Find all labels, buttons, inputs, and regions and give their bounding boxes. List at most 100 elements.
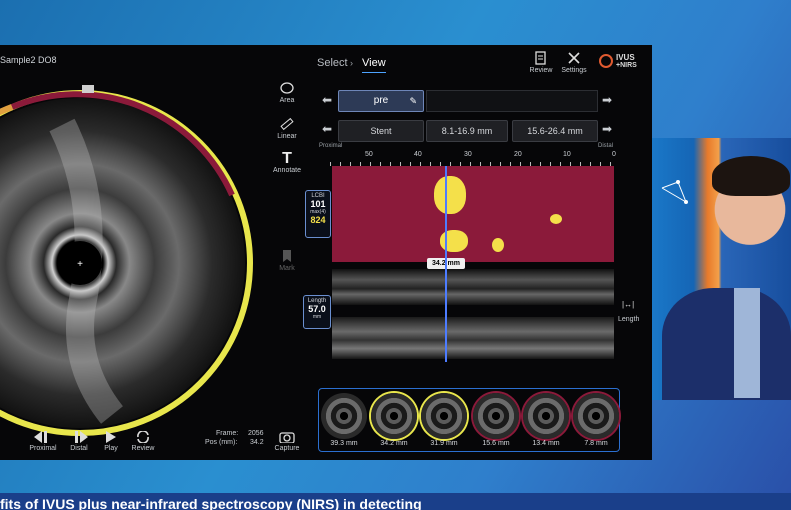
ivus-cross-section[interactable]: + bbox=[0, 85, 258, 441]
review-button[interactable]: Review bbox=[527, 51, 555, 74]
segment-range-2[interactable]: 15.6-26.4 mm bbox=[512, 120, 598, 142]
presenter-hair bbox=[712, 156, 790, 196]
thumbnail-label: 39.3 mm bbox=[330, 440, 358, 447]
proximal-button[interactable]: Proximal bbox=[26, 431, 60, 452]
pullback-selector[interactable]: pre ✎ bbox=[338, 90, 424, 112]
frame-label: Frame: bbox=[216, 430, 239, 437]
next-pullback-arrow-icon[interactable]: ➡ bbox=[600, 93, 614, 107]
network-graphic-icon bbox=[660, 178, 690, 213]
capture-button[interactable]: Capture bbox=[270, 431, 304, 452]
breadcrumb-chevron-icon: › bbox=[350, 58, 353, 68]
loop-icon bbox=[137, 431, 149, 443]
svg-text:+: + bbox=[77, 259, 83, 270]
chemogram-panel[interactable] bbox=[332, 166, 614, 262]
next-segment-arrow-icon[interactable]: ➡ bbox=[600, 122, 614, 136]
ivus-nirs-logo bbox=[598, 53, 614, 74]
presenter-shirt bbox=[734, 288, 760, 398]
frame-thumbnail[interactable] bbox=[421, 393, 467, 439]
area-tool[interactable]: Area bbox=[272, 81, 302, 104]
logo-ring-icon bbox=[599, 54, 613, 68]
frame-thumbnail[interactable] bbox=[573, 393, 619, 439]
prev-segment-arrow-icon[interactable]: ⬅ bbox=[320, 122, 334, 136]
frame-thumbnail[interactable] bbox=[523, 393, 569, 439]
thumbnail-label: 13.4 mm bbox=[532, 440, 560, 447]
axis-tick-label: 30 bbox=[464, 151, 472, 158]
mark-tool-label: Mark bbox=[279, 265, 295, 272]
logo-text-bottom: +NIRS bbox=[616, 62, 637, 69]
axis-tick-label: 40 bbox=[414, 151, 422, 158]
linear-tool-label: Linear bbox=[277, 133, 297, 140]
review-loop-button[interactable]: Review bbox=[126, 431, 160, 452]
proximal-button-label: Proximal bbox=[29, 445, 57, 452]
presenter-video bbox=[652, 138, 791, 400]
file-label: Sample2 DO8 bbox=[0, 55, 57, 65]
prev-pullback-arrow-icon[interactable]: ⬅ bbox=[320, 93, 334, 107]
nav-select-tab[interactable]: Select bbox=[317, 57, 348, 69]
axis-tick-label: 50 bbox=[365, 151, 373, 158]
capture-button-label: Capture bbox=[274, 445, 300, 452]
length-unit: mm bbox=[312, 314, 322, 320]
thumbnail-strip: 39.3 mm 34.2 mm 31.9 mm 15.6 mm 13.4 mm … bbox=[318, 388, 620, 452]
area-tool-label: Area bbox=[279, 97, 295, 104]
step-back-icon bbox=[34, 431, 47, 443]
lecture-caption: fits of IVUS plus near-infrared spectros… bbox=[0, 496, 422, 510]
logo-text-top: IVUS bbox=[616, 53, 635, 62]
camera-icon bbox=[279, 432, 295, 443]
position-cursor-line[interactable] bbox=[445, 166, 447, 362]
lcbi-readout: LCBI 101 max(4) 824 bbox=[305, 190, 331, 238]
bookmark-icon bbox=[283, 250, 291, 262]
annotate-tool-label: Annotate bbox=[272, 167, 302, 174]
axis-distal-label: Distal bbox=[598, 143, 614, 149]
lipid-core-spot bbox=[550, 214, 562, 224]
edit-pencil-icon[interactable]: ✎ bbox=[409, 91, 417, 111]
step-forward-icon bbox=[75, 431, 88, 443]
frame-thumbnail-selected[interactable] bbox=[371, 393, 417, 439]
longitudinal-view-bottom[interactable] bbox=[332, 317, 614, 359]
pos-value: 34.2 bbox=[250, 439, 264, 446]
length-readout: Length 57.0 mm bbox=[303, 295, 331, 329]
mark-tool[interactable]: Mark bbox=[272, 249, 302, 272]
distal-button[interactable]: Distal bbox=[62, 431, 96, 452]
review-button-label: Review bbox=[529, 67, 553, 74]
frame-thumbnail[interactable] bbox=[473, 393, 519, 439]
lcbi-value: 101 bbox=[310, 199, 326, 209]
ruler-icon bbox=[280, 117, 294, 131]
lcbi-max-value: 824 bbox=[310, 215, 326, 225]
play-button-label: Play bbox=[104, 445, 118, 452]
pos-label: Pos (mm): bbox=[205, 439, 238, 446]
thumbnail-label: 31.9 mm bbox=[430, 440, 458, 447]
axis-proximal-label: Proximal bbox=[319, 143, 343, 149]
length-measure-icon[interactable]: |↔| bbox=[622, 300, 634, 309]
settings-tools-icon bbox=[568, 52, 580, 64]
lipid-core-spot bbox=[492, 238, 504, 252]
nav-view-tab[interactable]: View bbox=[362, 57, 386, 73]
presenter-suit bbox=[662, 288, 791, 400]
thumbnail-label: 15.6 mm bbox=[482, 440, 510, 447]
length-value: 57.0 bbox=[308, 304, 326, 314]
thumbnail-label: 7.8 mm bbox=[584, 440, 608, 447]
axis-tick-label: 20 bbox=[514, 151, 522, 158]
pullback-row-empty bbox=[426, 90, 598, 112]
frame-value: 2056 bbox=[248, 430, 264, 437]
area-icon bbox=[280, 82, 294, 94]
review-loop-button-label: Review bbox=[131, 445, 155, 452]
axis-tick-label: 0 bbox=[612, 151, 616, 158]
lipid-core-spot bbox=[434, 176, 466, 214]
longitudinal-view-top[interactable] bbox=[332, 269, 614, 305]
thumbnail-label: 34.2 mm bbox=[380, 440, 408, 447]
settings-button[interactable]: Settings bbox=[558, 51, 590, 74]
length-right-label: Length bbox=[618, 316, 640, 323]
annotate-tool[interactable]: T Annotate bbox=[272, 150, 302, 175]
frame-thumbnail[interactable] bbox=[321, 393, 367, 439]
linear-tool[interactable]: Linear bbox=[272, 117, 302, 140]
segment-range-1[interactable]: 8.1-16.9 mm bbox=[426, 120, 508, 142]
axis-tick-label: 10 bbox=[563, 151, 571, 158]
play-icon bbox=[106, 431, 116, 443]
ivus-application-window: Sample2 DO8 + Select › View Review Setti… bbox=[0, 45, 652, 460]
distal-button-label: Distal bbox=[70, 445, 88, 452]
pullback-selector-value: pre bbox=[373, 95, 389, 106]
text-t-icon: T bbox=[282, 150, 292, 167]
play-button[interactable]: Play bbox=[94, 431, 128, 452]
review-doc-icon bbox=[535, 51, 546, 65]
segment-type-pill[interactable]: Stent bbox=[338, 120, 424, 142]
